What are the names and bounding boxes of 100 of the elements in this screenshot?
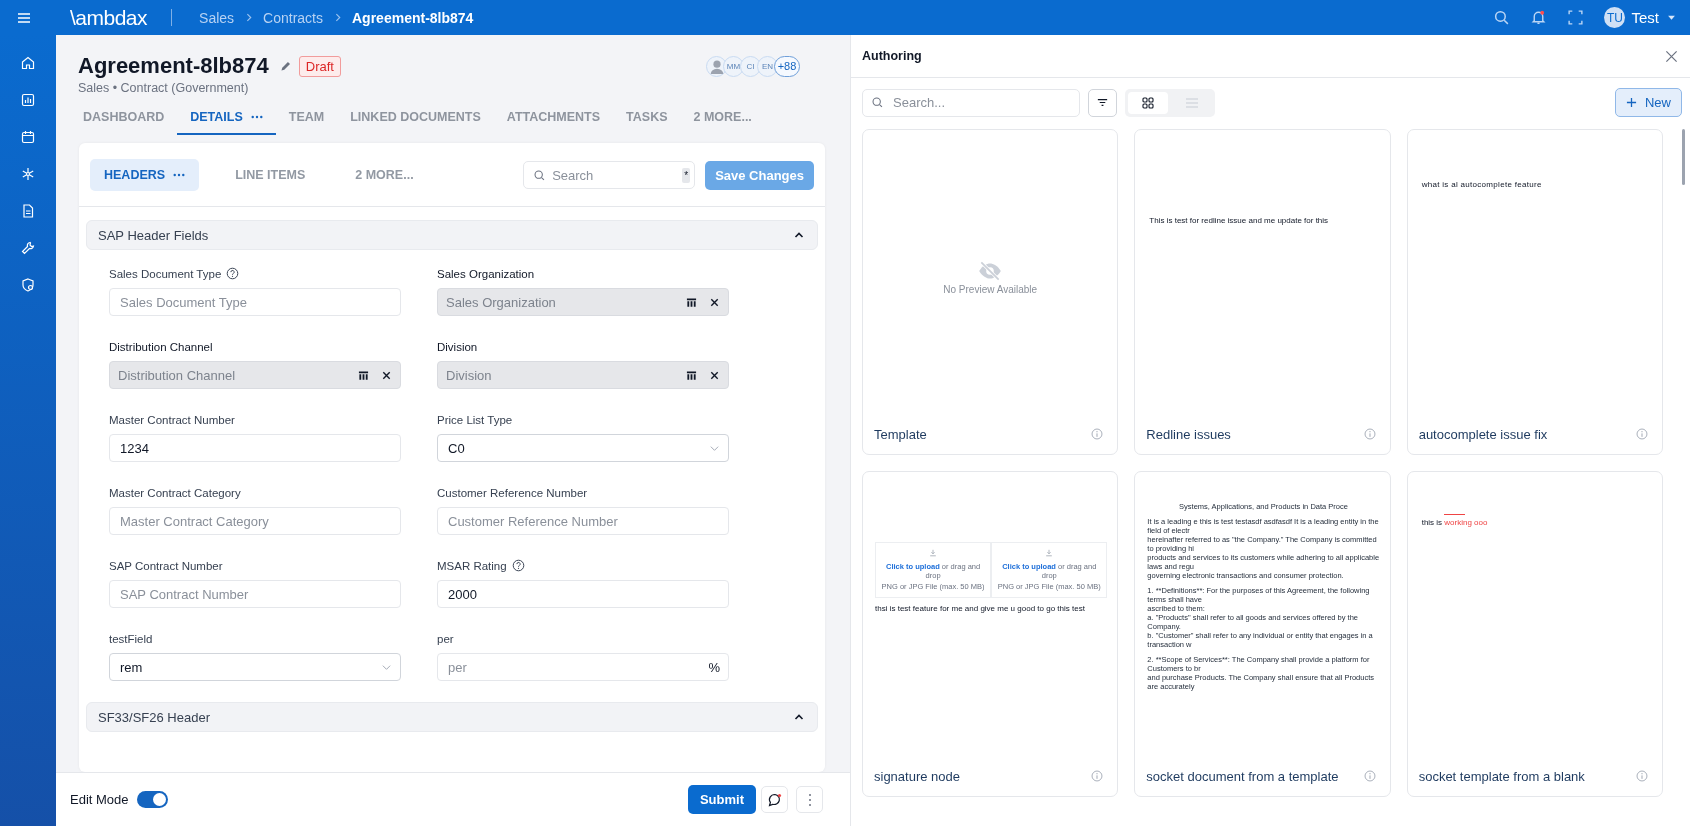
close-icon[interactable]	[1665, 49, 1678, 63]
input-field[interactable]: Division	[437, 361, 729, 389]
input-field[interactable]: Sales Organization	[437, 288, 729, 316]
caret-icon[interactable]	[1667, 13, 1676, 22]
template-card[interactable]: this is working ooo socket template from a blank	[1406, 471, 1663, 797]
record-title: Agreement-8lb874	[78, 53, 269, 79]
tab[interactable]: ATTACHMENTS	[493, 110, 614, 135]
field-label: MSAR Rating	[437, 559, 507, 572]
section-header[interactable]: SAP Header Fields	[86, 220, 818, 250]
input-field[interactable]: per %	[437, 653, 729, 681]
search-field[interactable]: Search...	[862, 88, 1080, 117]
section-header[interactable]: SF33/SF26 Header	[86, 702, 818, 732]
tab[interactable]: TASKS	[613, 110, 681, 135]
edit-mode-toggle[interactable]	[136, 791, 168, 808]
breadcrumb-link[interactable]: Contracts	[263, 9, 323, 26]
search-icon[interactable]	[1493, 9, 1511, 26]
chevron-icon	[333, 13, 342, 22]
plus-icon	[1626, 97, 1637, 108]
shield-icon[interactable]	[20, 277, 36, 293]
user-name[interactable]: Test	[1631, 9, 1659, 26]
wrench-icon[interactable]	[20, 240, 36, 256]
search-icon	[533, 168, 547, 182]
field-label: Distribution Channel	[109, 340, 213, 353]
section-title: SF33/SF26 Header	[98, 709, 210, 725]
user-avatar[interactable]: TU	[1604, 7, 1626, 28]
input-field[interactable]: 1234	[109, 434, 401, 462]
template-card[interactable]: what is al autocomplete feature autocomplete issue fix	[1406, 129, 1663, 455]
more-count[interactable]: +88	[774, 55, 800, 77]
document-icon[interactable]	[20, 203, 36, 219]
clear-icon[interactable]	[709, 369, 720, 381]
search-icon	[871, 96, 884, 109]
input-field[interactable]: Sales Document Type	[109, 288, 401, 316]
more-dots-icon[interactable]	[250, 115, 263, 119]
home-icon[interactable]	[20, 55, 36, 71]
download-icon	[1045, 549, 1054, 557]
template-card[interactable]	[1134, 471, 1391, 797]
input-field[interactable]: Master Contract Category	[109, 507, 401, 535]
template-card[interactable]: This is test for redline issue and me update for this Redline issues	[1134, 129, 1391, 455]
template-name: Template	[874, 426, 927, 442]
field-label: Sales Organization	[437, 267, 535, 280]
field-label: testField	[109, 632, 153, 645]
comment-button[interactable]	[761, 786, 788, 813]
member-avatar[interactable]: MM	[723, 55, 744, 77]
fullscreen-icon[interactable]	[1567, 9, 1585, 26]
input-field[interactable]: Distribution Channel	[109, 361, 401, 389]
tab[interactable]: TEAM	[275, 110, 338, 135]
clear-icon[interactable]	[709, 296, 720, 308]
filter-icon	[1096, 96, 1109, 109]
download-icon	[929, 549, 938, 557]
pencil-icon[interactable]	[278, 59, 292, 73]
logo[interactable]: \ambdax	[70, 5, 148, 30]
breadcrumb-link[interactable]: Sales	[199, 9, 235, 26]
record-subtitle: Sales • Contract (Government)	[78, 81, 250, 95]
input-field[interactable]: 2000	[437, 580, 729, 608]
clear-icon[interactable]	[381, 369, 392, 381]
more-dots-icon[interactable]	[173, 173, 186, 177]
breadcrumb-link[interactable]: Agreement-8lb874	[352, 9, 474, 26]
template-name: socket document from a template	[1146, 768, 1339, 784]
dropdown-field[interactable]: rem	[109, 653, 401, 681]
submit-button[interactable]: Submit	[687, 785, 756, 814]
chart-icon[interactable]	[20, 92, 36, 108]
kebab-icon	[807, 792, 812, 807]
grid-icon	[1142, 96, 1154, 109]
field-label: per	[437, 632, 454, 645]
section-title: SAP Header Fields	[98, 227, 209, 243]
bell-icon[interactable]	[1530, 9, 1548, 26]
input-field[interactable]: Customer Reference Number	[437, 507, 729, 535]
table-icon[interactable]	[686, 369, 697, 381]
sub-tab[interactable]: 2 MORE...	[341, 159, 428, 191]
help-icon[interactable]	[511, 559, 525, 572]
tab[interactable]: 2 MORE...	[680, 110, 765, 135]
tab[interactable]: LINKED DOCUMENTS	[337, 110, 494, 135]
sub-tab[interactable]: HEADERS	[90, 159, 200, 191]
preview-text: what is al autocomplete feature	[1421, 180, 1543, 189]
help-icon[interactable]	[226, 267, 240, 280]
search-field[interactable]: Search *	[523, 161, 696, 189]
preview-text: this is working ooo	[1421, 518, 1489, 527]
sub-tab[interactable]: LINE ITEMS	[221, 159, 320, 191]
input-field[interactable]: SAP Contract Number	[109, 580, 401, 608]
network-icon[interactable]	[20, 166, 36, 182]
table-icon[interactable]	[686, 296, 697, 308]
tab[interactable]: DETAILS	[177, 110, 276, 135]
field-label: Division	[437, 340, 478, 353]
field-label: Price List Type	[437, 413, 513, 426]
tab[interactable]: DASHBOARD	[78, 110, 178, 135]
no-preview-text: No Preview Available	[943, 283, 1038, 295]
grid-view-button[interactable]	[1128, 91, 1168, 114]
status-badge: Draft	[298, 55, 341, 77]
table-icon[interactable]	[358, 369, 369, 381]
dropdown-field[interactable]: C0	[437, 434, 729, 462]
member-avatar[interactable]: EN	[757, 55, 778, 77]
member-avatar[interactable]: CI	[740, 55, 761, 77]
calendar-icon[interactable]	[20, 129, 36, 145]
new-button[interactable]: New	[1615, 88, 1682, 117]
field-label: Customer Reference Number	[437, 486, 588, 499]
save-changes-button[interactable]: Save Changes	[705, 160, 814, 190]
preview-text: This is test for redline issue and me update for this	[1149, 216, 1330, 225]
scrollbar[interactable]	[1682, 129, 1685, 185]
template-card[interactable]: No Preview Available Template	[862, 129, 1119, 455]
field-label: Master Contract Category	[109, 486, 241, 499]
